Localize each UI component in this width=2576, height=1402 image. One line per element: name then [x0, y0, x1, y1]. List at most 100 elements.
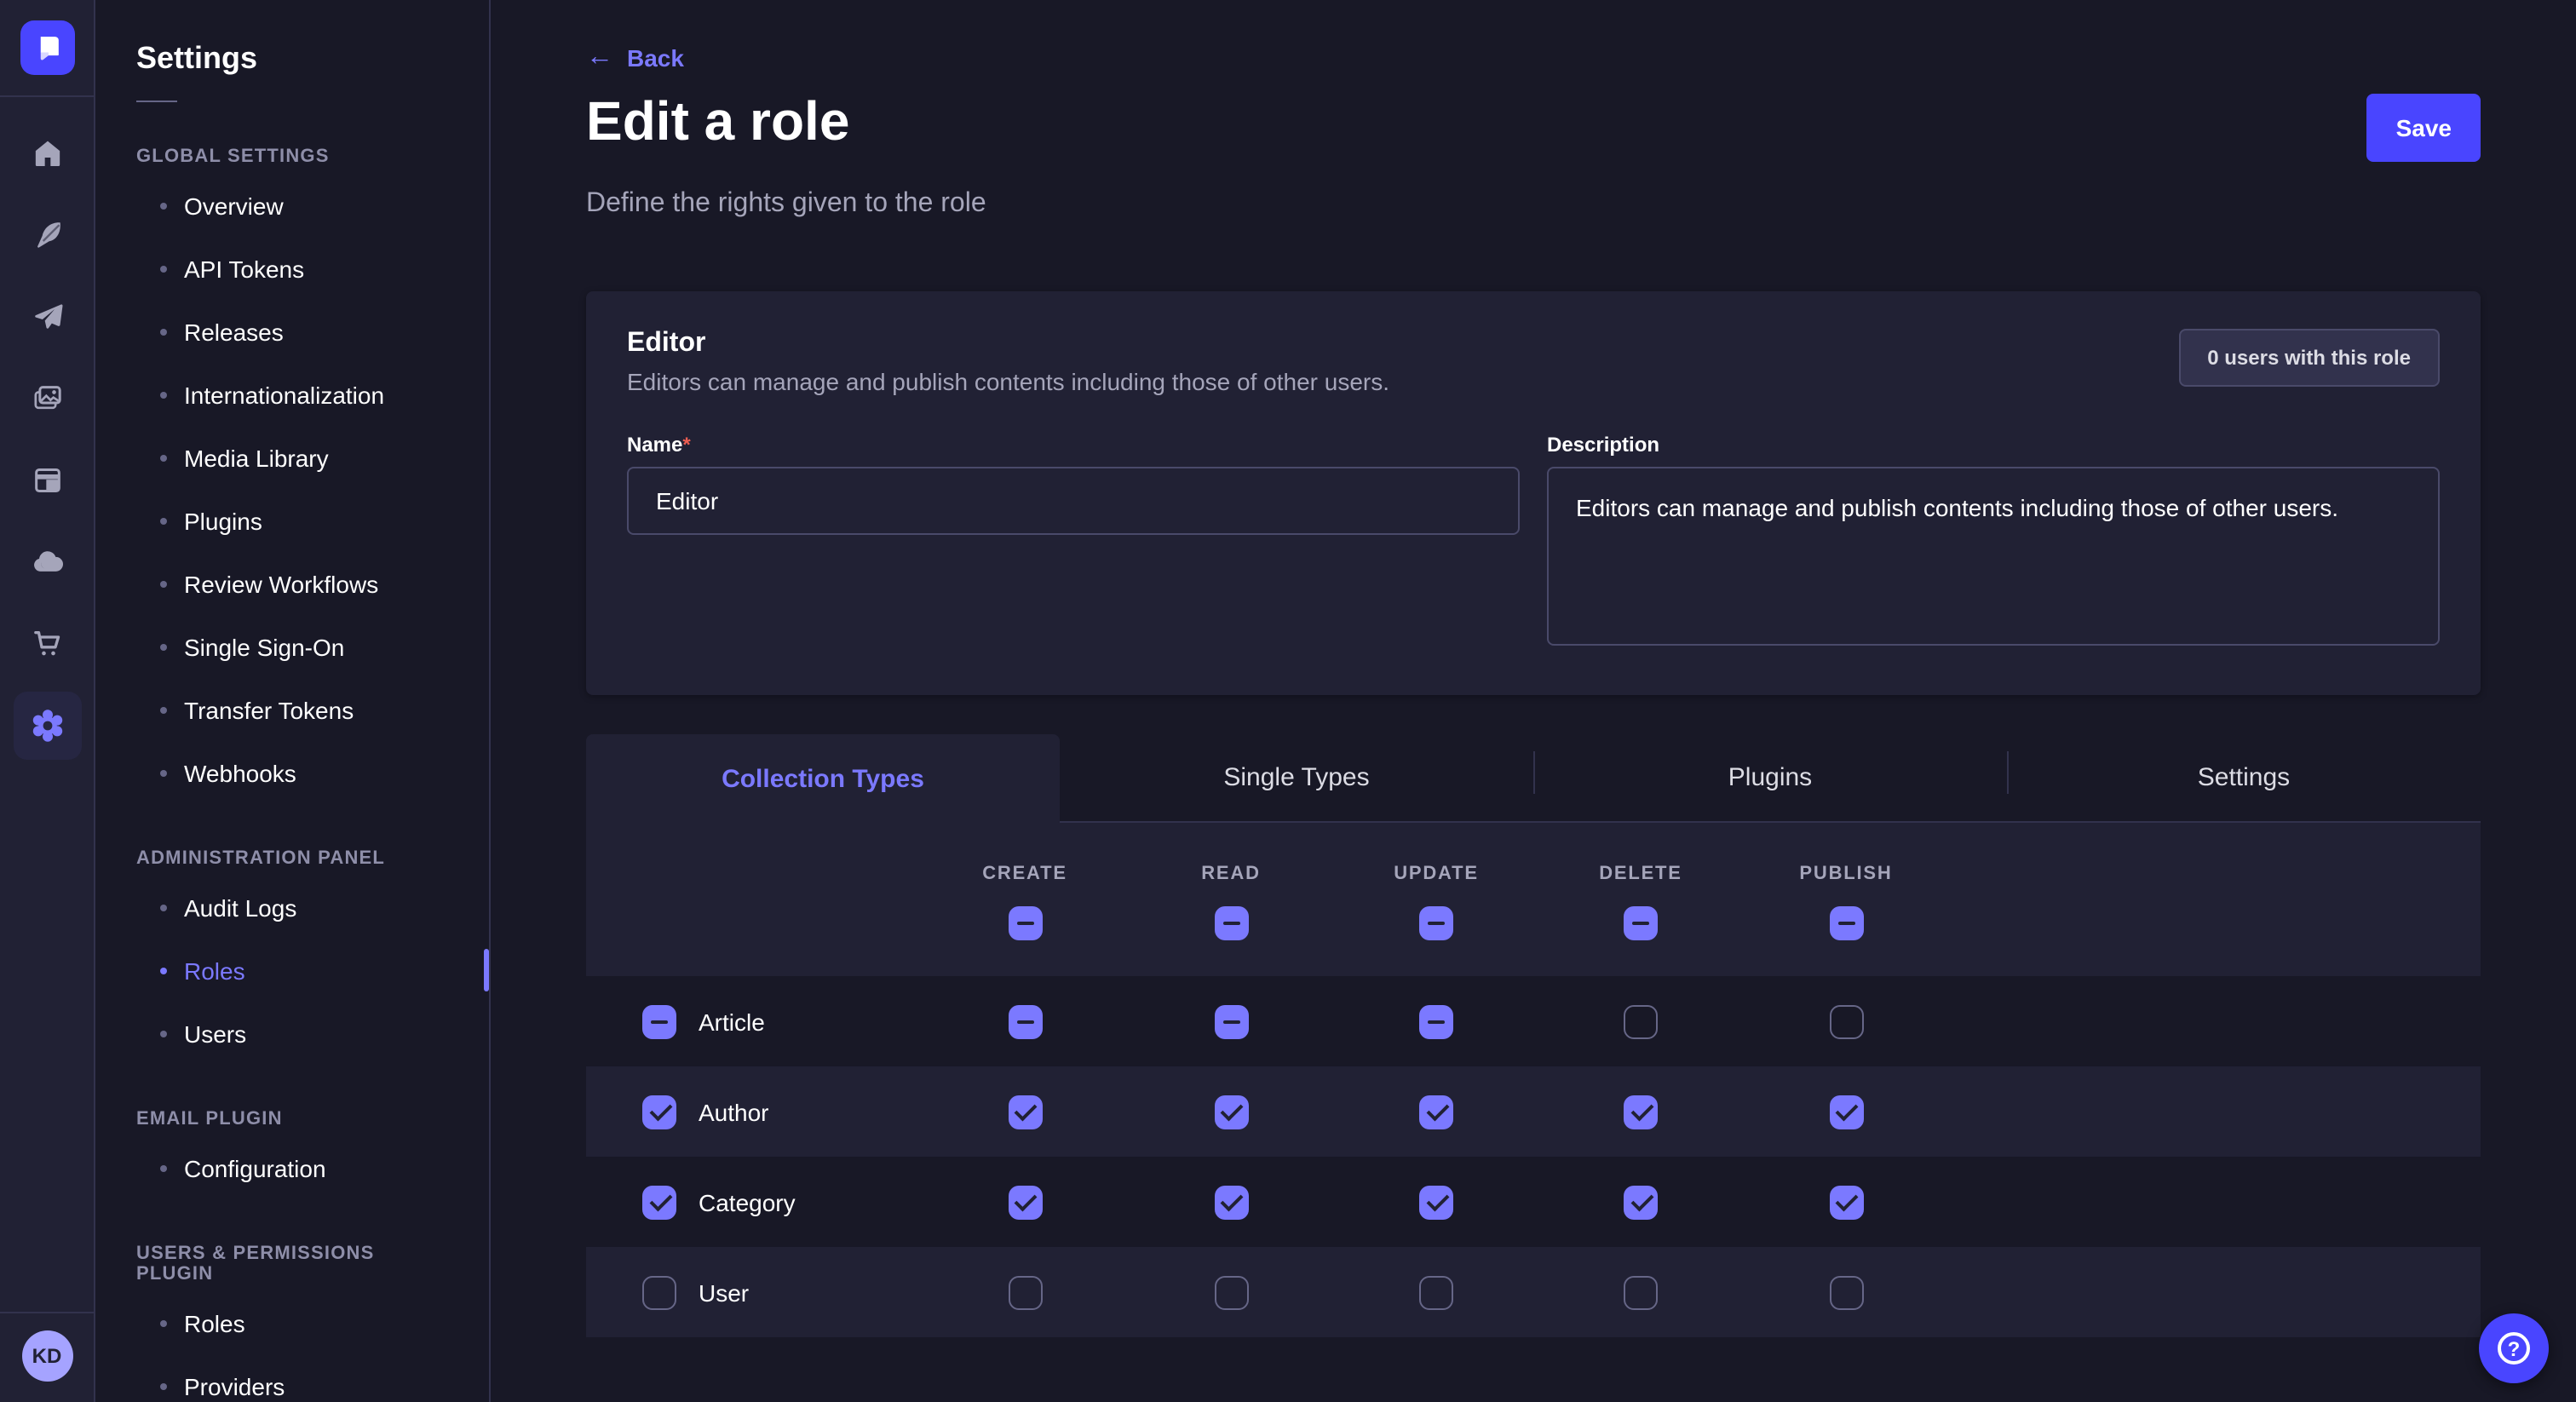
row-select-checkbox[interactable]: [642, 1186, 676, 1220]
subnav-item-plugins[interactable]: Plugins: [95, 489, 489, 552]
bullet-icon: [160, 643, 167, 650]
subnav-item-up-roles[interactable]: Roles: [95, 1291, 489, 1354]
table-row-user[interactable]: User: [586, 1248, 2481, 1338]
tab-collection-types[interactable]: Collection Types: [586, 735, 1060, 824]
subnav-item-review-workflows[interactable]: Review Workflows: [95, 552, 489, 615]
cloud-icon[interactable]: [28, 543, 66, 581]
category-publish-checkbox[interactable]: [1829, 1186, 1863, 1220]
author-publish-checkbox[interactable]: [1829, 1095, 1863, 1129]
users-with-role-button[interactable]: 0 users with this role: [2178, 330, 2440, 388]
category-create-checkbox[interactable]: [1008, 1186, 1042, 1220]
content-type-builder-icon[interactable]: [28, 216, 66, 254]
tab-settings[interactable]: Settings: [2007, 735, 2481, 824]
subnav-item-internationalization[interactable]: Internationalization: [95, 363, 489, 426]
bullet-icon: [160, 967, 167, 974]
select-all-delete-checkbox[interactable]: [1624, 906, 1658, 940]
user-update-checkbox[interactable]: [1419, 1276, 1453, 1310]
back-link[interactable]: ← Back: [586, 44, 684, 72]
permissions-card: Collection Types Single Types Plugins Se…: [586, 735, 2481, 1338]
bullet-icon: [160, 904, 167, 911]
subnav-item-configuration[interactable]: Configuration: [95, 1136, 489, 1199]
article-update-checkbox[interactable]: [1419, 1005, 1453, 1039]
column-read: READ: [1128, 860, 1334, 940]
author-update-checkbox[interactable]: [1419, 1095, 1453, 1129]
bullet-icon: [160, 1164, 167, 1171]
strapi-logo-icon[interactable]: [20, 20, 74, 75]
article-delete-checkbox[interactable]: [1624, 1005, 1658, 1039]
subnav-section-admin: ADMINISTRATION PANEL Audit Logs Roles Us…: [95, 848, 489, 1065]
home-icon[interactable]: [28, 135, 66, 172]
permissions-table: CREATE READ UPDATE DELETE: [586, 824, 2481, 1338]
user-publish-checkbox[interactable]: [1829, 1276, 1863, 1310]
user-create-checkbox[interactable]: [1008, 1276, 1042, 1310]
table-row-article[interactable]: Article: [586, 977, 2481, 1067]
column-label: READ: [1201, 864, 1261, 884]
tab-plugins[interactable]: Plugins: [1533, 735, 2007, 824]
subnav-item-transfer-tokens[interactable]: Transfer Tokens: [95, 678, 489, 741]
content-manager-icon[interactable]: [28, 462, 66, 499]
description-field-label: Description: [1547, 434, 2440, 457]
bullet-icon: [160, 265, 167, 272]
bullet-icon: [160, 517, 167, 524]
select-all-read-checkbox[interactable]: [1214, 906, 1248, 940]
article-create-checkbox[interactable]: [1008, 1005, 1042, 1039]
category-read-checkbox[interactable]: [1214, 1186, 1248, 1220]
row-label-cell: User: [586, 1276, 922, 1310]
subnav-item-releases[interactable]: Releases: [95, 300, 489, 363]
category-delete-checkbox[interactable]: [1624, 1186, 1658, 1220]
row-select-checkbox[interactable]: [642, 1005, 676, 1039]
subnav-item-audit-logs[interactable]: Audit Logs: [95, 876, 489, 939]
article-publish-checkbox[interactable]: [1829, 1005, 1863, 1039]
row-select-checkbox[interactable]: [642, 1276, 676, 1310]
main-nav-rail: KD: [0, 0, 95, 1402]
section-header: GLOBAL SETTINGS: [95, 147, 489, 167]
column-label: CREATE: [982, 864, 1067, 884]
subnav-item-up-providers[interactable]: Providers: [95, 1354, 489, 1402]
row-label-cell: Category: [586, 1186, 922, 1220]
help-button[interactable]: ?: [2479, 1313, 2549, 1383]
user-delete-checkbox[interactable]: [1624, 1276, 1658, 1310]
name-input[interactable]: [627, 468, 1520, 536]
bullet-icon: [160, 202, 167, 209]
bullet-icon: [160, 328, 167, 335]
table-row-author[interactable]: Author: [586, 1067, 2481, 1158]
media-library-icon[interactable]: [28, 380, 66, 417]
select-all-update-checkbox[interactable]: [1419, 906, 1453, 940]
select-all-publish-checkbox[interactable]: [1829, 906, 1863, 940]
row-label-cell: Article: [586, 1005, 922, 1039]
category-update-checkbox[interactable]: [1419, 1186, 1453, 1220]
user-avatar[interactable]: KD: [21, 1330, 72, 1382]
deploy-icon[interactable]: [28, 298, 66, 336]
subnav-item-overview[interactable]: Overview: [95, 174, 489, 237]
user-read-checkbox[interactable]: [1214, 1276, 1248, 1310]
subnav-item-single-sign-on[interactable]: Single Sign-On: [95, 615, 489, 678]
section-header: ADMINISTRATION PANEL: [95, 848, 489, 869]
select-all-create-checkbox[interactable]: [1008, 906, 1042, 940]
subnav-item-webhooks[interactable]: Webhooks: [95, 741, 489, 804]
page-subtitle: Define the rights given to the role: [586, 190, 2481, 221]
subnav-item-roles-active[interactable]: Roles: [95, 939, 489, 1002]
subnav-item-media-library[interactable]: Media Library: [95, 426, 489, 489]
tab-single-types[interactable]: Single Types: [1060, 735, 1533, 824]
table-row-category[interactable]: Category: [586, 1158, 2481, 1248]
main-content: ← Back Edit a role Define the rights giv…: [491, 0, 2576, 1402]
subnav-item-users[interactable]: Users: [95, 1002, 489, 1065]
role-card-titles: Editor Editors can manage and publish co…: [627, 330, 1389, 396]
bullet-icon: [160, 391, 167, 398]
author-read-checkbox[interactable]: [1214, 1095, 1248, 1129]
author-delete-checkbox[interactable]: [1624, 1095, 1658, 1129]
subnav-item-api-tokens[interactable]: API Tokens: [95, 237, 489, 300]
row-select-checkbox[interactable]: [642, 1095, 676, 1129]
permissions-header-row: CREATE READ UPDATE DELETE: [586, 824, 2481, 977]
description-textarea[interactable]: Editors can manage and publish contents …: [1547, 468, 2440, 646]
bullet-icon: [160, 769, 167, 776]
marketplace-cart-icon[interactable]: [28, 625, 66, 663]
role-details-card: Editor Editors can manage and publish co…: [586, 292, 2481, 696]
settings-gear-icon[interactable]: [13, 692, 81, 760]
article-read-checkbox[interactable]: [1214, 1005, 1248, 1039]
subnav-title-divider: [136, 101, 177, 102]
author-create-checkbox[interactable]: [1008, 1095, 1042, 1129]
section-header: EMAIL PLUGIN: [95, 1109, 489, 1129]
row-label-cell: Author: [586, 1095, 922, 1129]
save-button[interactable]: Save: [2367, 94, 2481, 162]
